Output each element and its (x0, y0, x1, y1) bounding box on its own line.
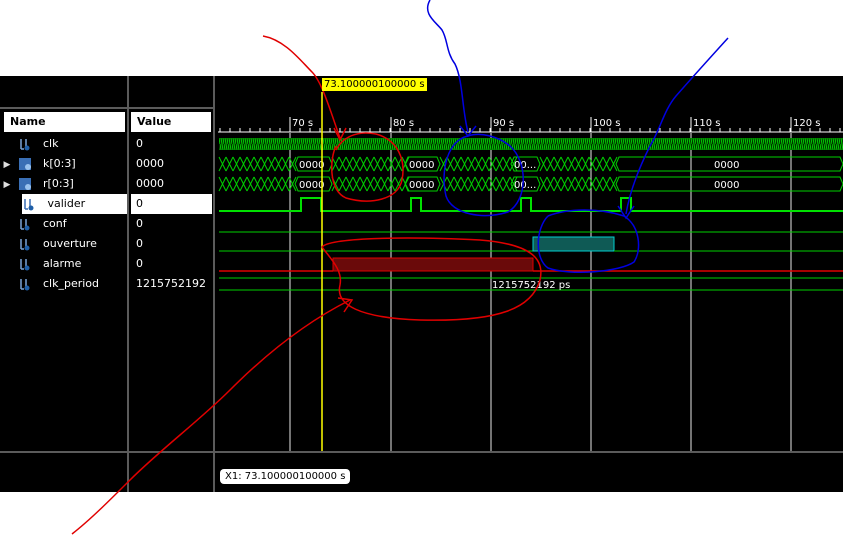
timeline-ruler: 70 s 80 s 90 s 100 s 110 s 120 s (218, 117, 843, 133)
bus-transition (446, 176, 455, 192)
bus-transition (574, 156, 583, 172)
bus-value-label: 0000 (299, 180, 324, 191)
clk-wave (219, 138, 843, 150)
bus-transition (602, 176, 611, 192)
bus-transition (246, 156, 255, 172)
bus-transition (467, 176, 476, 192)
bus-transition (267, 176, 276, 192)
bus-transition (567, 156, 576, 172)
bus-value-label: 0000 (409, 160, 434, 171)
bus-transition (446, 156, 455, 172)
bus-transition (359, 176, 368, 192)
bus-transition (253, 156, 262, 172)
bus-transition (352, 176, 361, 192)
bus-transition (239, 176, 248, 192)
bus-transition (546, 176, 555, 192)
bus-transition (380, 156, 389, 172)
bus-transition (232, 156, 241, 172)
cursor-time-label: 73.100000100000 s (322, 78, 427, 91)
bus-transition (474, 156, 483, 172)
red-annotations (71, 35, 542, 535)
bus-value-label: 0000 (299, 160, 324, 171)
bus-transition (595, 176, 604, 192)
clk-period-wave: 1215752192 ps (219, 277, 843, 291)
bus-transition (281, 156, 290, 172)
bus-value-label: 00... (514, 160, 536, 171)
bus-transition (260, 156, 269, 172)
bus-transition (373, 176, 382, 192)
bus-transition (366, 176, 375, 192)
bus-transition (359, 156, 368, 172)
bus-transition (345, 156, 354, 172)
bus-transition (467, 156, 476, 172)
bus-transition (338, 176, 347, 192)
bus-transition (267, 156, 276, 172)
bus-transition (488, 156, 497, 172)
tick-label: 110 s (693, 118, 720, 129)
tick-label: 100 s (593, 118, 620, 129)
bus-transition (373, 156, 382, 172)
cursor-readout: X1: 73.100000100000 s (220, 469, 351, 484)
bus-transition (474, 176, 483, 192)
bus-transition (495, 156, 504, 172)
blue-annotations (426, 0, 729, 273)
bus-transition (232, 176, 241, 192)
bus-transition (352, 156, 361, 172)
bus-transition (460, 176, 469, 192)
bus-transition (331, 156, 340, 172)
valider-wave (219, 197, 843, 212)
bus-transition (553, 156, 562, 172)
bus-transition (602, 156, 611, 172)
alarme-wave (219, 257, 843, 272)
bus-transition (253, 176, 262, 192)
bus-transition (581, 176, 590, 192)
bus-transition (546, 156, 555, 172)
bus-transition (481, 176, 490, 192)
bus-transition (581, 156, 590, 172)
bus-transition (225, 176, 234, 192)
bus-value-label: 0000 (409, 180, 434, 191)
bus-transition (380, 176, 389, 192)
tick-label: 90 s (493, 118, 514, 129)
bus-transition (481, 156, 490, 172)
bus-transition (218, 176, 227, 192)
tick-label: 80 s (393, 118, 414, 129)
ouverture-wave (219, 236, 843, 252)
bus-transition (274, 156, 283, 172)
bus-transition (539, 156, 548, 172)
bus-transition (574, 176, 583, 192)
tick-label: 70 s (292, 118, 313, 129)
bus-transition (453, 156, 462, 172)
bus-transition (345, 176, 354, 192)
bus-value-label: 00... (514, 180, 536, 191)
bus-transition (239, 156, 248, 172)
tick-label: 120 s (793, 118, 820, 129)
bus-transition (274, 176, 283, 192)
bus-transition (366, 156, 375, 172)
bus-transition (595, 156, 604, 172)
bus-transition (560, 176, 569, 192)
bus-transition (502, 176, 511, 192)
bus-transition (539, 176, 548, 192)
bus-value-label: 1215752192 ps (492, 280, 570, 291)
bus-transition (588, 156, 597, 172)
bus-transition (502, 156, 511, 172)
bus-transition (246, 176, 255, 192)
bus-transition (338, 156, 347, 172)
bus-transition (488, 176, 497, 192)
bus-transition (218, 156, 227, 172)
bus-transition (567, 176, 576, 192)
bus-transition (281, 176, 290, 192)
bus-value-label: 0000 (714, 160, 739, 171)
bus-value-label: 0000 (714, 180, 739, 191)
bus-transition (495, 176, 504, 192)
bus-transition (560, 156, 569, 172)
bus-transition (260, 176, 269, 192)
bus-transition (453, 176, 462, 192)
bus-transition (460, 156, 469, 172)
bus-transition (225, 156, 234, 172)
bus-transition (588, 176, 597, 192)
bus-transition (553, 176, 562, 192)
